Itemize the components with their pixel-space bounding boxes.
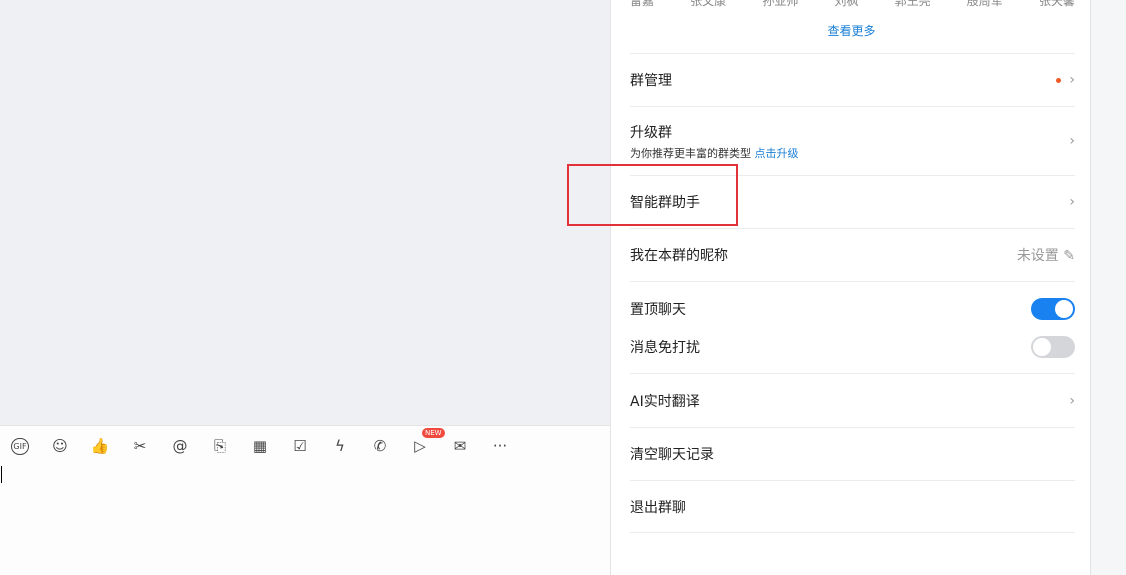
scissors-icon[interactable]: ✂ — [120, 434, 160, 458]
checkbox-icon[interactable]: ☑ — [280, 434, 320, 458]
mute-toggle[interactable] — [1031, 335, 1075, 358]
group-manage-label: 群管理 — [630, 73, 672, 89]
live-icon[interactable]: ▷ NEW — [400, 428, 445, 458]
chevron-right-icon: › — [1069, 194, 1075, 210]
chat-message-area — [0, 0, 610, 425]
member-list: 雷嘉 张文康 孙亚帅 刘枫 郭王亮 殷周军 张天馨 — [630, 0, 1075, 9]
upgrade-link[interactable]: 点击升级 — [755, 147, 799, 160]
nickname-row[interactable]: 我在本群的昵称 未设置 ✎ — [630, 228, 1075, 281]
mute-label: 消息免打扰 — [630, 339, 700, 356]
clear-history-row[interactable]: 清空聊天记录 — [630, 427, 1075, 480]
file-add-icon[interactable]: ⎘ — [200, 434, 240, 458]
member-name[interactable]: 刘枫 — [834, 0, 858, 9]
highlight-box — [567, 164, 738, 226]
lightning-icon[interactable]: ϟ — [320, 434, 360, 458]
group-manage-row[interactable]: 群管理 › — [630, 53, 1075, 106]
group-settings-panel: 雷嘉 张文康 孙亚帅 刘枫 郭王亮 殷周军 张天馨 查看更多 群管理 › 升级群 为你推荐更… — [610, 0, 1091, 575]
view-more-link[interactable]: 查看更多 — [611, 22, 1092, 39]
member-name[interactable]: 张文康 — [690, 0, 726, 9]
nickname-value: 未设置 — [1016, 248, 1059, 264]
message-input-area[interactable]: GIF ☺ 👍 ✂ @ ⎘ ▦ ☑ ϟ ✆ ▷ NEW ✉ ··· — [0, 425, 610, 575]
member-name[interactable]: 孙亚帅 — [762, 0, 798, 9]
mail-icon[interactable]: ✉ — [440, 434, 480, 458]
thumbs-up-icon[interactable]: 👍 — [80, 434, 120, 458]
ai-translate-row[interactable]: AI实时翻译 › — [630, 373, 1075, 427]
clear-history-label: 清空聊天记录 — [630, 447, 714, 463]
exit-group-label: 退出群聊 — [630, 499, 686, 516]
more-icon[interactable]: ··· — [480, 434, 520, 458]
nickname-label: 我在本群的昵称 — [630, 248, 728, 264]
video-call-icon[interactable]: ✆ — [360, 434, 400, 458]
chevron-right-icon: › — [1069, 72, 1075, 88]
input-toolbar: GIF ☺ 👍 ✂ @ ⎘ ▦ ☑ ϟ ✆ ▷ NEW ✉ ··· — [0, 428, 520, 458]
member-name[interactable]: 雷嘉 — [630, 0, 654, 9]
gif-icon[interactable]: GIF — [0, 434, 40, 458]
calendar-icon[interactable]: ▦ — [240, 434, 280, 458]
chevron-right-icon: › — [1069, 392, 1075, 409]
edit-icon[interactable]: ✎ — [1063, 248, 1075, 264]
member-name[interactable]: 张天馨 — [1039, 0, 1075, 9]
exit-group-row[interactable]: 退出群聊 — [630, 480, 1075, 533]
text-caret — [1, 466, 2, 483]
notification-dot — [1056, 77, 1062, 83]
toggle-group: 置顶聊天 消息免打扰 — [630, 281, 1075, 373]
ai-translate-label: AI实时翻译 — [630, 393, 700, 410]
at-icon[interactable]: @ — [160, 434, 200, 458]
emoji-icon[interactable]: ☺ — [40, 434, 80, 458]
pin-chat-label: 置顶聊天 — [630, 301, 686, 318]
member-name[interactable]: 殷周军 — [967, 0, 1003, 9]
upgrade-subtitle: 为你推荐更丰富的群类型 — [630, 146, 751, 160]
upgrade-label: 升级群 — [630, 124, 672, 141]
member-name[interactable]: 郭王亮 — [895, 0, 931, 9]
chevron-right-icon: › — [1069, 133, 1075, 149]
pin-chat-toggle[interactable] — [1031, 297, 1075, 320]
